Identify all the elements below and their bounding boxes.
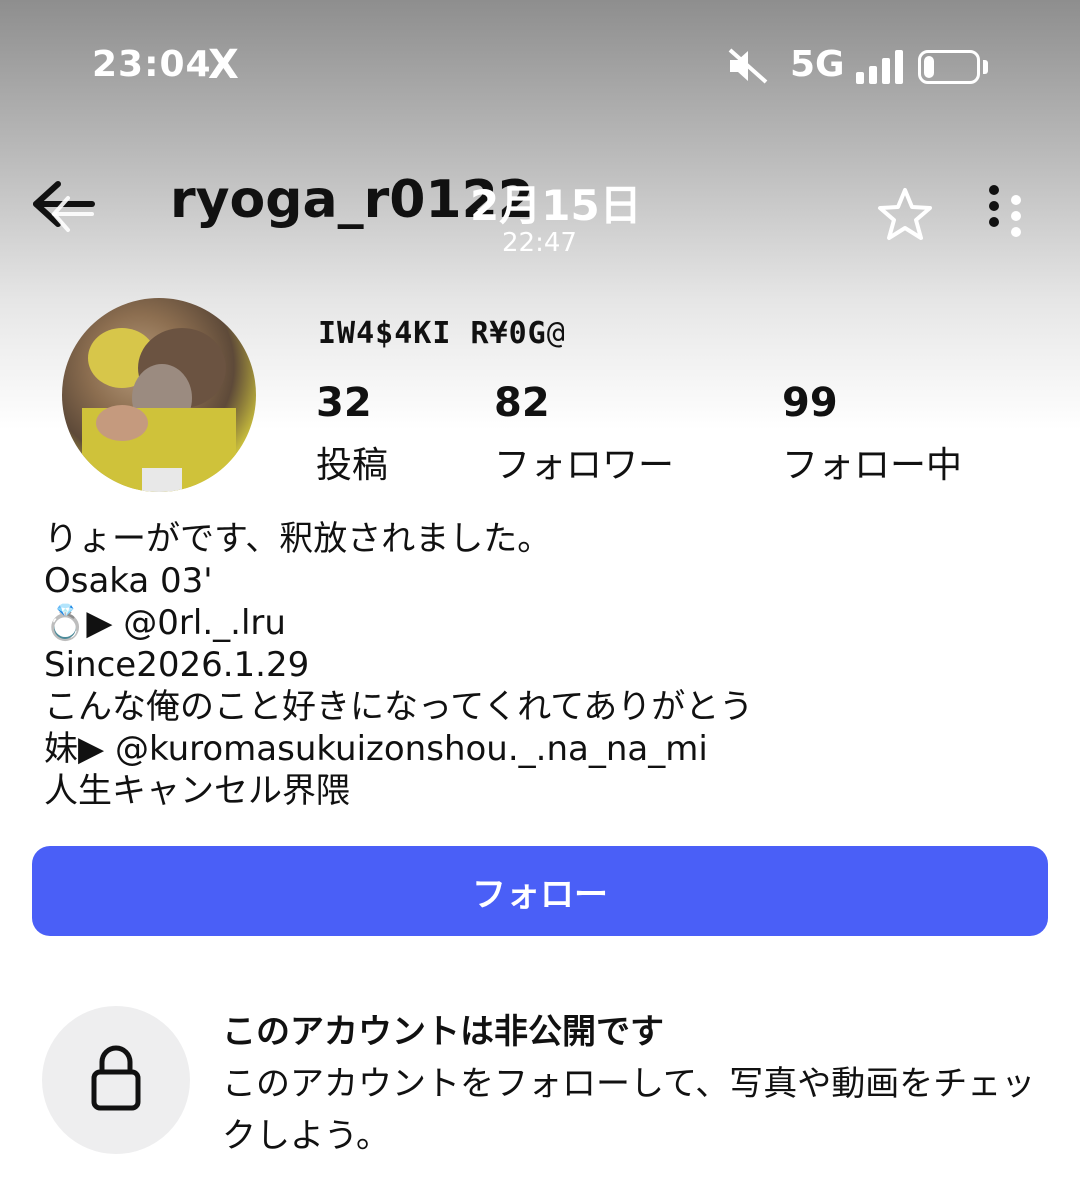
network-type: 5G (790, 44, 845, 85)
mute-icon (726, 46, 770, 90)
star-icon[interactable] (876, 186, 934, 244)
posts-count[interactable]: 32 (316, 380, 372, 426)
private-account-title: このアカウントは非公開です (222, 1012, 664, 1052)
bio-line: こんな俺のこと好きになってくれてありがとう (44, 687, 754, 727)
back-arrow-icon[interactable] (30, 180, 100, 240)
x-app-icon: X (208, 42, 239, 88)
lock-icon (42, 1006, 190, 1154)
threads-icon: @ (546, 316, 566, 351)
private-account-description: このアカウントをフォローして、写真や動画をチェックしよう。 (222, 1064, 1036, 1156)
signal-icon (856, 50, 904, 84)
following-count[interactable]: 99 (782, 380, 838, 426)
date-overlay: 2月15日 (470, 181, 642, 230)
followers-count[interactable]: 82 (494, 380, 550, 426)
bio-sister-link[interactable]: 妹▶ @kuromasukuizonshou._.na_na_mi (44, 728, 1044, 770)
bio-line: りょーがです、釈放されました。 (44, 519, 552, 559)
followers-label[interactable]: フォロワー (494, 436, 674, 488)
follow-button[interactable]: フォロー (32, 846, 1048, 936)
bio-line: Osaka 03' (44, 561, 213, 601)
avatar[interactable] (62, 298, 256, 492)
bio-partner-link[interactable]: 💍▶ @0rl._.lru (44, 602, 1044, 644)
bio-line: Since2026.1.29 (44, 645, 310, 685)
following-label[interactable]: フォロー中 (782, 436, 962, 488)
time-overlay: 22:47 (502, 228, 577, 258)
display-name: IW4$4KI R¥0G@ (318, 316, 566, 351)
battery-icon (918, 50, 980, 84)
status-time: 23:04 (92, 44, 212, 85)
profile-bio: りょーがです、釈放されました。 Osaka 03' 💍▶ @0rl._.lru … (44, 518, 1044, 812)
battery-tip (983, 60, 988, 74)
more-vertical-icon[interactable] (980, 182, 1030, 242)
bio-line: 人生キャンセル界隈 (44, 771, 350, 811)
posts-label[interactable]: 投稿 (316, 436, 388, 488)
